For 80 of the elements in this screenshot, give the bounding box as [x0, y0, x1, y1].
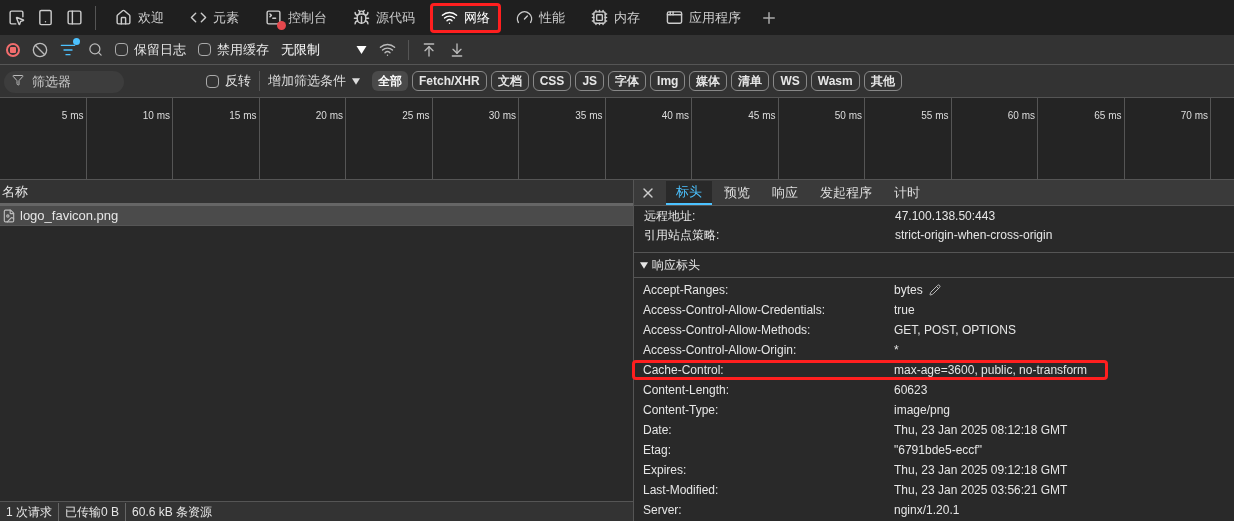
panel-tab[interactable]: 欢迎	[104, 2, 175, 33]
timeline-tick: 15 ms	[229, 110, 257, 121]
request-row[interactable]: logo_favicon.png	[0, 206, 633, 226]
type-filter-chip[interactable]: 文档	[490, 71, 529, 91]
header-name: Expires:	[643, 462, 688, 479]
status-text: 已传输0 B	[58, 502, 126, 521]
timeline-tick: 40 ms	[661, 110, 689, 121]
details-tab[interactable]: 标头	[666, 181, 712, 205]
header-name: Access-Control-Allow-Credentials:	[643, 302, 827, 319]
panel-tab[interactable]: 内存	[580, 2, 651, 33]
header-name: Access-Control-Allow-Origin:	[643, 342, 798, 359]
details-tab[interactable]: 响应	[762, 181, 808, 205]
header-value: Thu, 23 Jan 2025 09:12:18 GMT	[894, 462, 1068, 479]
timeline-tick: 10 ms	[142, 110, 170, 121]
column-header[interactable]: 名称	[0, 180, 633, 206]
timeline-tick: 45 ms	[748, 110, 776, 121]
type-filter-chip[interactable]: Img	[650, 71, 686, 91]
header-value: bytes	[894, 282, 923, 299]
header-name: Accept-Ranges:	[643, 282, 730, 299]
type-filter-chip[interactable]: Wasm	[810, 71, 860, 91]
header-value: nginx/1.20.1	[894, 502, 960, 519]
header-name: Content-Length:	[643, 382, 731, 399]
header-value: Thu, 23 Jan 2025 08:12:18 GMT	[894, 422, 1068, 439]
panel-tab[interactable]: 网络	[430, 2, 501, 33]
timeline-tick: 5 ms	[61, 110, 84, 121]
header-name: Content-Type:	[643, 402, 720, 419]
header-value: GET, POST, OPTIONS	[894, 322, 1017, 339]
header-value: 60623	[894, 382, 928, 399]
type-filter-chip[interactable]: CSS	[532, 71, 572, 91]
type-filter-chip[interactable]: JS	[575, 71, 605, 91]
timeline-tick: 25 ms	[402, 110, 430, 121]
header-value: true	[894, 302, 915, 319]
request-name: logo_favicon.png	[20, 206, 119, 225]
timeline-tick: 30 ms	[488, 110, 516, 121]
header-name: Date:	[643, 422, 673, 439]
type-filter-chip[interactable]: 字体	[608, 71, 647, 91]
checkbox-label: 反转	[225, 72, 251, 91]
panel-tab[interactable]: 性能	[505, 2, 576, 33]
header-value: "6791bde5-eccf"	[894, 442, 982, 459]
section-toggle[interactable]: 响应标头	[634, 253, 1234, 278]
throttling-dropdown[interactable]: 无限制	[281, 39, 367, 60]
panel-tab[interactable]: 应用程序	[655, 2, 752, 33]
type-filter-chip[interactable]: 清单	[731, 71, 770, 91]
header-name: Access-Control-Allow-Methods:	[643, 322, 812, 339]
header-value: *	[894, 342, 899, 359]
timeline-tick: 55 ms	[921, 110, 949, 121]
details-tab[interactable]: 发起程序	[810, 181, 882, 205]
panel-tab[interactable]: 源代码	[342, 2, 426, 33]
checkbox-label: 保留日志	[134, 40, 186, 59]
status-text: 1 次请求	[5, 503, 53, 521]
timeline-tick: 70 ms	[1180, 110, 1208, 121]
header-value: image/png	[894, 402, 951, 419]
more-filters-dropdown[interactable]: 增加筛选条件	[268, 71, 360, 91]
status-text: 60.6 kB 条资源	[125, 502, 219, 521]
header-value: max-age=3600, public, no-transform	[894, 362, 1088, 379]
timeline-tick: 20 ms	[315, 110, 343, 121]
type-filter-chip[interactable]: 其他	[863, 71, 902, 91]
filter-field[interactable]: 筛选器	[4, 70, 124, 93]
header-name: Server:	[643, 502, 683, 519]
header-value: 47.100.138.50:443	[895, 207, 996, 225]
header-name: Last-Modified:	[643, 482, 720, 499]
type-filter-chip[interactable]: WS	[773, 71, 807, 91]
header-name: 引用站点策略:	[644, 226, 721, 244]
header-value: Thu, 23 Jan 2025 03:56:21 GMT	[894, 482, 1068, 499]
type-filter-chip[interactable]: Fetch/XHR	[412, 71, 487, 91]
panel-tab[interactable]: 控制台	[254, 2, 338, 33]
checkbox-label: 禁用缓存	[217, 40, 269, 59]
details-tab[interactable]: 预览	[714, 181, 760, 205]
type-filter-chip[interactable]: 全部	[372, 71, 408, 91]
type-filter-chip[interactable]: 媒体	[689, 71, 728, 91]
header-name: Cache-Control:	[643, 362, 725, 379]
details-tab[interactable]: 计时	[884, 181, 930, 205]
timeline-tick: 60 ms	[1007, 110, 1035, 121]
header-name: 远程地址:	[644, 207, 697, 225]
timeline-tick: 50 ms	[834, 110, 862, 121]
panel-tab[interactable]: 元素	[179, 2, 250, 33]
timeline-tick: 35 ms	[575, 110, 603, 121]
header-name: Etag:	[643, 442, 673, 459]
header-value: strict-origin-when-cross-origin	[895, 226, 1053, 244]
timeline-tick: 65 ms	[1094, 110, 1122, 121]
